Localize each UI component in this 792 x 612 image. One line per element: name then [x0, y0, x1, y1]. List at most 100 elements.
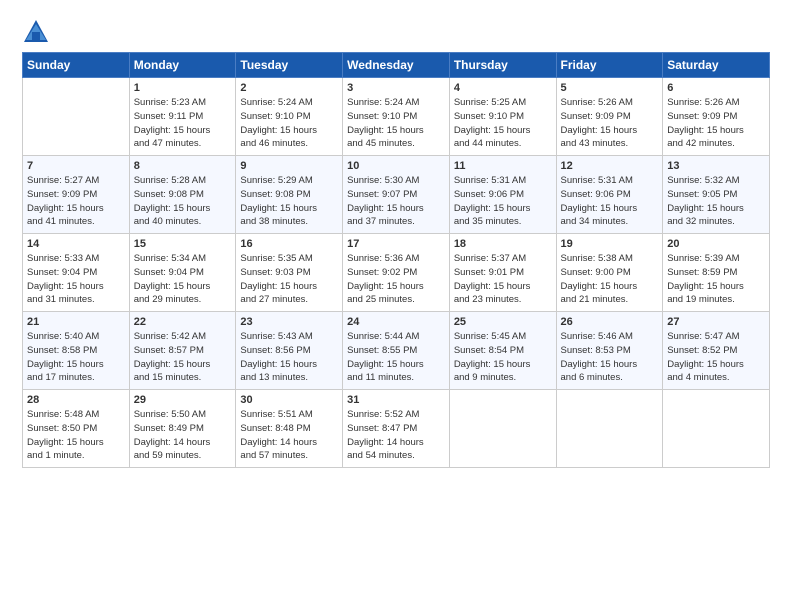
calendar-cell — [449, 390, 556, 468]
day-info: Sunrise: 5:31 AM Sunset: 9:06 PM Dayligh… — [454, 174, 552, 229]
weekday-header: Wednesday — [343, 53, 450, 78]
day-number: 20 — [667, 238, 765, 250]
day-info: Sunrise: 5:34 AM Sunset: 9:04 PM Dayligh… — [134, 252, 232, 307]
calendar-cell: 31Sunrise: 5:52 AM Sunset: 8:47 PM Dayli… — [343, 390, 450, 468]
day-info: Sunrise: 5:27 AM Sunset: 9:09 PM Dayligh… — [27, 174, 125, 229]
day-number: 23 — [240, 316, 338, 328]
page-header — [22, 18, 770, 46]
day-number: 12 — [561, 160, 659, 172]
calendar-cell: 28 Sunrise: 5:48 AM Sunset: 8:50 PM Dayli… — [23, 390, 130, 468]
calendar-cell: 11 Sunrise: 5:31 AM Sunset: 9:06 PM Dayli… — [449, 156, 556, 234]
day-number: 28 — [27, 394, 125, 406]
day-info: Sunrise: 5:42 AM Sunset: 8:57 PM Dayligh… — [134, 330, 232, 385]
day-info: Sunrise: 5:44 AM Sunset: 8:55 PM Dayligh… — [347, 330, 445, 385]
day-info: Sunrise: 5:48 AM Sunset: 8:50 PM Dayligh… — [27, 408, 125, 463]
day-info: Sunrise: 5:33 AM Sunset: 9:04 PM Dayligh… — [27, 252, 125, 307]
day-info: Sunrise: 5:52 AM Sunset: 8:47 PM Dayligh… — [347, 408, 445, 463]
day-number: 7 — [27, 160, 125, 172]
day-number: 18 — [454, 238, 552, 250]
day-number: 2 — [240, 82, 338, 94]
calendar-cell: 19 Sunrise: 5:38 AM Sunset: 9:00 PM Dayli… — [556, 234, 663, 312]
calendar-cell: 21 Sunrise: 5:40 AM Sunset: 8:58 PM Dayli… — [23, 312, 130, 390]
day-info: Sunrise: 5:28 AM Sunset: 9:08 PM Dayligh… — [134, 174, 232, 229]
day-number: 22 — [134, 316, 232, 328]
calendar-cell: 17 Sunrise: 5:36 AM Sunset: 9:02 PM Dayli… — [343, 234, 450, 312]
day-info: Sunrise: 5:23 AM Sunset: 9:11 PM Dayligh… — [134, 96, 232, 151]
day-info: Sunrise: 5:31 AM Sunset: 9:06 PM Dayligh… — [561, 174, 659, 229]
calendar-cell: 29Sunrise: 5:50 AM Sunset: 8:49 PM Dayli… — [129, 390, 236, 468]
calendar-cell — [556, 390, 663, 468]
weekday-header: Thursday — [449, 53, 556, 78]
weekday-header: Tuesday — [236, 53, 343, 78]
day-info: Sunrise: 5:36 AM Sunset: 9:02 PM Dayligh… — [347, 252, 445, 307]
day-info: Sunrise: 5:47 AM Sunset: 8:52 PM Dayligh… — [667, 330, 765, 385]
day-number: 4 — [454, 82, 552, 94]
day-info: Sunrise: 5:43 AM Sunset: 8:56 PM Dayligh… — [240, 330, 338, 385]
day-number: 13 — [667, 160, 765, 172]
day-info: Sunrise: 5:45 AM Sunset: 8:54 PM Dayligh… — [454, 330, 552, 385]
day-number: 19 — [561, 238, 659, 250]
day-info: Sunrise: 5:24 AM Sunset: 9:10 PM Dayligh… — [347, 96, 445, 151]
day-info: Sunrise: 5:26 AM Sunset: 9:09 PM Dayligh… — [667, 96, 765, 151]
day-info: Sunrise: 5:50 AM Sunset: 8:49 PM Dayligh… — [134, 408, 232, 463]
day-number: 16 — [240, 238, 338, 250]
day-info: Sunrise: 5:24 AM Sunset: 9:10 PM Dayligh… — [240, 96, 338, 151]
day-info: Sunrise: 5:26 AM Sunset: 9:09 PM Dayligh… — [561, 96, 659, 151]
day-number: 3 — [347, 82, 445, 94]
calendar-cell: 12 Sunrise: 5:31 AM Sunset: 9:06 PM Dayli… — [556, 156, 663, 234]
calendar-week-row: 7 Sunrise: 5:27 AM Sunset: 9:09 PM Daylig… — [23, 156, 770, 234]
day-info: Sunrise: 5:35 AM Sunset: 9:03 PM Dayligh… — [240, 252, 338, 307]
calendar-week-row: 14 Sunrise: 5:33 AM Sunset: 9:04 PM Dayli… — [23, 234, 770, 312]
calendar-cell: 9Sunrise: 5:29 AM Sunset: 9:08 PM Daylig… — [236, 156, 343, 234]
calendar-cell: 23 Sunrise: 5:43 AM Sunset: 8:56 PM Dayli… — [236, 312, 343, 390]
day-number: 5 — [561, 82, 659, 94]
weekday-header: Saturday — [663, 53, 770, 78]
calendar-cell: 26 Sunrise: 5:46 AM Sunset: 8:53 PM Dayli… — [556, 312, 663, 390]
day-info: Sunrise: 5:32 AM Sunset: 9:05 PM Dayligh… — [667, 174, 765, 229]
day-info: Sunrise: 5:40 AM Sunset: 8:58 PM Dayligh… — [27, 330, 125, 385]
calendar-cell: 3 Sunrise: 5:24 AM Sunset: 9:10 PM Daylig… — [343, 78, 450, 156]
day-number: 24 — [347, 316, 445, 328]
day-number: 14 — [27, 238, 125, 250]
calendar-page: SundayMondayTuesdayWednesdayThursdayFrid… — [0, 0, 792, 612]
calendar-cell: 20 Sunrise: 5:39 AM Sunset: 8:59 PM Dayli… — [663, 234, 770, 312]
logo — [22, 18, 54, 46]
calendar-cell: 14 Sunrise: 5:33 AM Sunset: 9:04 PM Dayli… — [23, 234, 130, 312]
day-info: Sunrise: 5:46 AM Sunset: 8:53 PM Dayligh… — [561, 330, 659, 385]
day-number: 1 — [134, 82, 232, 94]
calendar-cell: 27 Sunrise: 5:47 AM Sunset: 8:52 PM Dayli… — [663, 312, 770, 390]
day-number: 9 — [240, 160, 338, 172]
calendar-cell: 15 Sunrise: 5:34 AM Sunset: 9:04 PM Dayli… — [129, 234, 236, 312]
calendar-cell: 16 Sunrise: 5:35 AM Sunset: 9:03 PM Dayli… — [236, 234, 343, 312]
calendar-cell: 25 Sunrise: 5:45 AM Sunset: 8:54 PM Dayli… — [449, 312, 556, 390]
logo-icon — [22, 18, 50, 46]
calendar-week-row: 28 Sunrise: 5:48 AM Sunset: 8:50 PM Dayli… — [23, 390, 770, 468]
day-info: Sunrise: 5:51 AM Sunset: 8:48 PM Dayligh… — [240, 408, 338, 463]
calendar-cell: 1 Sunrise: 5:23 AM Sunset: 9:11 PM Daylig… — [129, 78, 236, 156]
day-info: Sunrise: 5:39 AM Sunset: 8:59 PM Dayligh… — [667, 252, 765, 307]
calendar-cell: 8 Sunrise: 5:28 AM Sunset: 9:08 PM Daylig… — [129, 156, 236, 234]
day-number: 21 — [27, 316, 125, 328]
day-number: 6 — [667, 82, 765, 94]
calendar-cell: 30Sunrise: 5:51 AM Sunset: 8:48 PM Dayli… — [236, 390, 343, 468]
day-number: 25 — [454, 316, 552, 328]
day-number: 11 — [454, 160, 552, 172]
day-number: 17 — [347, 238, 445, 250]
weekday-header: Friday — [556, 53, 663, 78]
day-number: 15 — [134, 238, 232, 250]
day-number: 26 — [561, 316, 659, 328]
day-info: Sunrise: 5:38 AM Sunset: 9:00 PM Dayligh… — [561, 252, 659, 307]
calendar-week-row: 21 Sunrise: 5:40 AM Sunset: 8:58 PM Dayli… — [23, 312, 770, 390]
day-number: 27 — [667, 316, 765, 328]
day-info: Sunrise: 5:25 AM Sunset: 9:10 PM Dayligh… — [454, 96, 552, 151]
calendar-cell: 22 Sunrise: 5:42 AM Sunset: 8:57 PM Dayli… — [129, 312, 236, 390]
calendar-cell: 5 Sunrise: 5:26 AM Sunset: 9:09 PM Daylig… — [556, 78, 663, 156]
calendar-cell: 2 Sunrise: 5:24 AM Sunset: 9:10 PM Daylig… — [236, 78, 343, 156]
calendar-cell: 18 Sunrise: 5:37 AM Sunset: 9:01 PM Dayli… — [449, 234, 556, 312]
weekday-header: Monday — [129, 53, 236, 78]
day-number: 10 — [347, 160, 445, 172]
day-info: Sunrise: 5:37 AM Sunset: 9:01 PM Dayligh… — [454, 252, 552, 307]
calendar-cell: 6 Sunrise: 5:26 AM Sunset: 9:09 PM Daylig… — [663, 78, 770, 156]
day-number: 8 — [134, 160, 232, 172]
calendar-cell: 4 Sunrise: 5:25 AM Sunset: 9:10 PM Daylig… — [449, 78, 556, 156]
